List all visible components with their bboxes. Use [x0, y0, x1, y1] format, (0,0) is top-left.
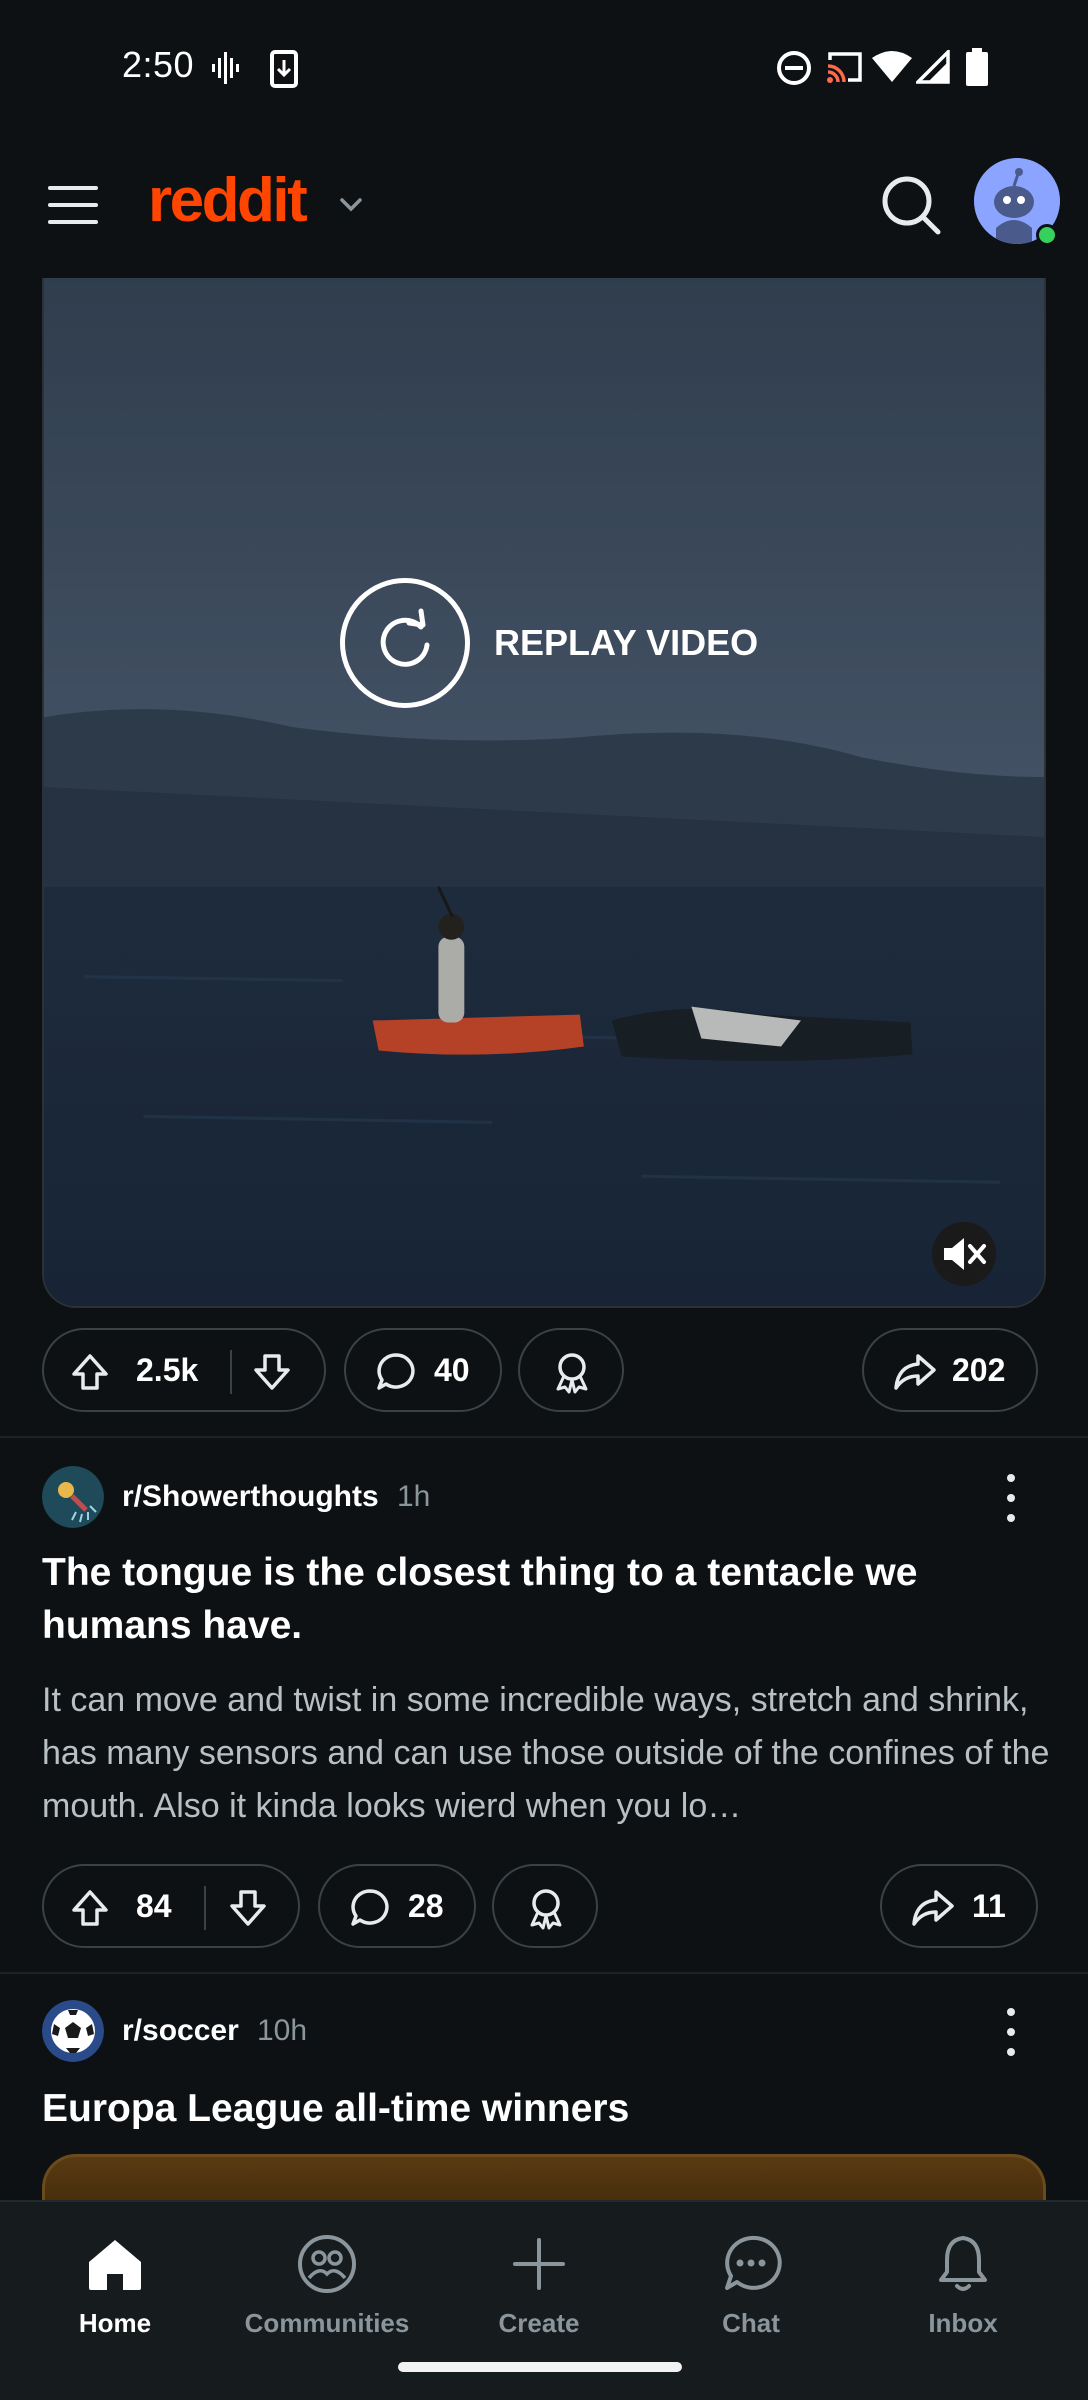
nav-create[interactable]: Create: [444, 2232, 634, 2342]
cellular-signal-icon: [916, 50, 950, 84]
comment-count: 28: [408, 1888, 444, 1924]
share-button[interactable]: 202: [862, 1328, 1038, 1412]
vote-control: 2.5k: [42, 1328, 326, 1412]
status-time: 2:50: [122, 44, 195, 85]
post-title[interactable]: The tongue is the closest thing to a ten…: [42, 1546, 1042, 1652]
post-body[interactable]: It can move and twist in some incredible…: [42, 1674, 1052, 1834]
comments-button[interactable]: 28: [318, 1864, 476, 1948]
downvote-icon[interactable]: [250, 1350, 294, 1394]
nav-home[interactable]: Home: [20, 2232, 210, 2342]
post-header: r/soccer 10h: [0, 2000, 1088, 2070]
share-icon: [894, 1354, 936, 1390]
nav-communities[interactable]: Communities: [232, 2232, 422, 2342]
post-time: 10h: [257, 2014, 308, 2047]
nav-label: Inbox: [928, 2308, 998, 2338]
award-button[interactable]: [492, 1864, 598, 1948]
subreddit-icon[interactable]: [42, 1466, 104, 1528]
post-title[interactable]: Europa League all-time winners: [42, 2082, 1042, 2135]
video-thumbnail: [44, 278, 1044, 1306]
subreddit-icon[interactable]: [42, 2000, 104, 2062]
app-header: reddit: [0, 132, 1088, 278]
replay-icon: [380, 608, 430, 667]
home-icon: [89, 2240, 141, 2290]
nav-chat[interactable]: Chat: [656, 2232, 846, 2342]
battery-icon: [966, 48, 988, 86]
plus-icon: [513, 2238, 565, 2290]
status-bar: 2:50: [0, 0, 1088, 132]
chat-icon: [725, 2235, 782, 2290]
voicemail-icon: [212, 52, 239, 84]
upvote-icon[interactable]: [68, 1886, 112, 1930]
award-icon: [556, 1353, 588, 1394]
subreddit-name[interactable]: r/soccer: [122, 2014, 239, 2048]
bell-icon: [939, 2236, 987, 2291]
share-button[interactable]: 11: [880, 1864, 1038, 1948]
upvote-count: 2.5k: [136, 1352, 199, 1388]
comment-icon: [351, 1889, 389, 1926]
share-count: 11: [972, 1888, 1006, 1924]
nav-inbox[interactable]: Inbox: [868, 2232, 1058, 2342]
upvote-icon[interactable]: [68, 1350, 112, 1394]
post-header: r/Showerthoughts 1h: [0, 1466, 1088, 1536]
mute-toggle-button[interactable]: [932, 1222, 996, 1286]
home-indicator[interactable]: [398, 2362, 682, 2372]
nav-label: Create: [498, 2308, 580, 2338]
nav-label: Chat: [722, 2308, 780, 2338]
online-status-dot: [1036, 224, 1058, 246]
reddit-logo[interactable]: reddit: [148, 165, 308, 236]
communities-icon: [298, 2235, 356, 2293]
vote-divider: [204, 1886, 206, 1930]
share-count: 202: [952, 1352, 1006, 1388]
search-icon[interactable]: [878, 172, 944, 238]
more-options-button[interactable]: [990, 1472, 1030, 1524]
replay-button[interactable]: [340, 578, 470, 708]
wifi-icon: [872, 51, 912, 82]
post-separator: [0, 1972, 1088, 1974]
vote-control: 84: [42, 1864, 300, 1948]
subreddit-name[interactable]: r/Showerthoughts: [122, 1480, 379, 1514]
soccer-ball-icon: [42, 2000, 104, 2062]
comments-button[interactable]: 40: [344, 1328, 502, 1412]
post-time: 1h: [397, 1480, 431, 1513]
video-player[interactable]: REPLAY VIDEO: [42, 278, 1046, 1308]
share-icon: [912, 1890, 954, 1926]
vote-divider: [230, 1350, 232, 1394]
post-separator: [0, 1436, 1088, 1438]
nav-label: Communities: [244, 2308, 410, 2338]
comment-icon: [377, 1353, 415, 1390]
do-not-disturb-icon: [777, 51, 811, 85]
volume-muted-icon: [944, 1238, 986, 1270]
comment-count: 40: [434, 1352, 470, 1388]
downvote-icon[interactable]: [226, 1886, 270, 1930]
download-icon: [270, 50, 298, 88]
nav-label: Home: [78, 2308, 152, 2338]
menu-icon[interactable]: [42, 174, 104, 236]
cast-icon: [827, 52, 862, 83]
upvote-count: 84: [136, 1888, 172, 1924]
replay-video-label[interactable]: REPLAY VIDEO: [494, 622, 758, 664]
chevron-down-icon[interactable]: [336, 190, 366, 220]
award-icon: [530, 1889, 562, 1930]
showerhead-icon: [42, 1466, 104, 1528]
award-button[interactable]: [518, 1328, 624, 1412]
more-options-button[interactable]: [990, 2006, 1030, 2058]
